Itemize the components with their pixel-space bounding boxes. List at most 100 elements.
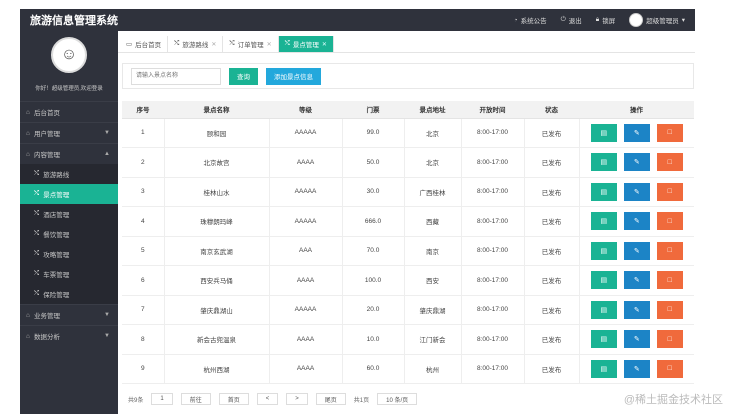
logout-link[interactable]: ⏻ 退出: [561, 15, 582, 25]
view-button[interactable]: ▤: [590, 153, 617, 172]
search-input[interactable]: [131, 67, 221, 85]
sidebar-subitem-routes[interactable]: ⤭ 旅游路线: [20, 164, 118, 184]
view-button[interactable]: ▤: [590, 182, 617, 201]
view-button[interactable]: ▤: [590, 123, 617, 142]
edit-button[interactable]: ✎: [623, 359, 650, 378]
actions-cell: ▤ ✎ □: [578, 118, 695, 148]
sidebar-subitem-tickets[interactable]: ⤭ 车票管理: [20, 264, 118, 284]
table-cell: 西安: [403, 265, 461, 296]
tab-attractions[interactable]: ⤭ 景点管理 ✕: [278, 36, 334, 52]
edit-button[interactable]: ✎: [623, 300, 650, 319]
delete-button[interactable]: □: [656, 123, 683, 142]
pagination: 共9条 1 前往 首页 < > 尾页 共1页 10 条/页: [122, 391, 694, 407]
actions-cell: ▤ ✎ □: [578, 236, 694, 266]
view-button[interactable]: ▤: [590, 212, 617, 231]
close-icon[interactable]: ✕: [322, 41, 327, 48]
actions-cell: ▤ ✎ □: [578, 177, 694, 207]
goto-button[interactable]: 前往: [180, 393, 211, 405]
actions-cell: ▤ ✎ □: [578, 295, 694, 325]
add-attraction-button[interactable]: 添加景点信息: [266, 67, 321, 85]
route-icon: ⤭: [229, 40, 235, 47]
view-button[interactable]: ▤: [590, 359, 617, 378]
notice-label: 系统公告: [520, 18, 547, 25]
sidebar-item-analysis[interactable]: ⌂ 数据分析 ▼: [20, 325, 118, 346]
delete-button[interactable]: □: [656, 271, 683, 290]
table-body: 1 颐和园 AAAAA 99.0 北京 8:00-17:00 已发布 ▤ ✎ □ 2 北京故宫 AAAA…: [122, 118, 694, 384]
user-menu[interactable]: 超级管理员 ▾: [629, 13, 685, 27]
table-cell: 杭州西湖: [163, 354, 269, 384]
watermark: @稀土掘金技术社区: [623, 394, 723, 406]
view-button[interactable]: ▤: [590, 271, 617, 290]
top-navbar: 旅游信息管理系统 ◔ 系统公告 ⏻ 退出 🔒︎ 锁屏 超级管理员 ▾: [20, 9, 695, 31]
edit-button[interactable]: ✎: [623, 241, 650, 260]
query-button[interactable]: 查询: [229, 67, 258, 85]
delete-button[interactable]: □: [656, 153, 683, 172]
column-header: 状态: [524, 101, 579, 119]
delete-button[interactable]: □: [656, 359, 683, 378]
bell-icon: ◔: [513, 16, 518, 24]
tab-orders[interactable]: ⤭ 订单管理 ✕: [223, 36, 279, 52]
route-icon: ⤭: [284, 40, 290, 47]
table-header-row: 序号 景点名称 等级 门票 景点地址 开放时间 状态 操作: [122, 101, 694, 119]
search-bar: 查询 添加景点信息: [122, 63, 694, 89]
delete-button[interactable]: □: [656, 241, 683, 260]
row-actions: ▤ ✎ □: [580, 123, 695, 142]
view-button[interactable]: ▤: [590, 241, 617, 260]
trash-icon: □: [667, 335, 672, 343]
sidebar-subitem-attractions[interactable]: ⤭ 景点管理: [20, 184, 118, 204]
tab-routes[interactable]: ⤭ 旅游路线 ✕: [168, 36, 224, 52]
edit-button[interactable]: ✎: [623, 212, 650, 231]
sidebar-item-content-mgmt[interactable]: ⌂ 内容管理 ▲: [20, 143, 118, 164]
next-page-button[interactable]: >: [286, 393, 308, 405]
actions-cell: ▤ ✎ □: [578, 354, 694, 384]
trash-icon: □: [667, 188, 672, 196]
table-cell: 已发布: [523, 324, 579, 355]
table-cell: 肇庆鼎湖山: [163, 295, 269, 325]
pencil-icon: ✎: [633, 218, 640, 226]
tab-label: 旅游路线: [182, 42, 209, 49]
table-cell: 肇庆鼎湖: [403, 295, 461, 325]
sidebar-item-user-mgmt[interactable]: ⌂ 用户管理 ▼: [20, 122, 118, 143]
table-cell: 8:00-17:00: [460, 295, 524, 325]
sidebar-item-label: 后台首页: [33, 110, 60, 117]
table-cell: 666.0: [341, 206, 404, 237]
delete-button[interactable]: □: [656, 182, 683, 201]
lock-link[interactable]: 🔒︎ 锁屏: [596, 15, 615, 25]
table-cell: 8:00-17:00: [460, 324, 524, 355]
per-page-select[interactable]: 10 条/页: [377, 393, 418, 405]
tab-home[interactable]: ▭ 后台首页: [120, 36, 169, 52]
table-cell: 10.0: [341, 324, 404, 355]
view-button[interactable]: ▤: [590, 330, 617, 349]
edit-button[interactable]: ✎: [623, 153, 650, 172]
prev-page-button[interactable]: <: [256, 393, 279, 405]
table-cell: 8:00-17:00: [460, 177, 524, 207]
pencil-icon: ✎: [633, 365, 640, 373]
caret-up-icon: ▲: [104, 151, 110, 157]
edit-button[interactable]: ✎: [623, 330, 650, 349]
table-cell: 8:00-17:00: [460, 147, 524, 178]
home-icon: ⌂: [26, 108, 30, 116]
page-number-input[interactable]: 1: [151, 393, 173, 405]
sidebar-subitem-dining[interactable]: ⤭ 餐饮管理: [20, 224, 118, 244]
notice-link[interactable]: ◔ 系统公告: [513, 15, 547, 26]
close-icon[interactable]: ✕: [211, 41, 216, 48]
delete-button[interactable]: □: [656, 212, 683, 231]
delete-button[interactable]: □: [656, 330, 683, 349]
close-icon[interactable]: ✕: [267, 41, 272, 48]
edit-button[interactable]: ✎: [623, 271, 650, 290]
edit-button[interactable]: ✎: [623, 182, 650, 201]
sidebar-subitem-guides[interactable]: ⤭ 攻略管理: [20, 244, 118, 264]
sidebar-item-label: 攻略管理: [43, 252, 70, 259]
document-icon: ▤: [600, 365, 608, 373]
first-page-button[interactable]: 首页: [218, 393, 249, 405]
table-cell: 珠穆朗玛峰: [163, 206, 269, 237]
edit-button[interactable]: ✎: [623, 123, 650, 142]
delete-button[interactable]: □: [656, 300, 683, 319]
sidebar-subitem-hotels[interactable]: ⤭ 酒店管理: [20, 204, 118, 224]
table-cell: 8:00-17:00: [460, 118, 524, 148]
view-button[interactable]: ▤: [590, 300, 617, 319]
sidebar-subitem-insurance[interactable]: ⤭ 保险管理: [20, 284, 118, 304]
last-page-button[interactable]: 尾页: [315, 393, 346, 405]
sidebar-item-home[interactable]: ⌂ 后台首页: [20, 101, 118, 122]
sidebar-item-business[interactable]: ⌂ 业务管理 ▼: [20, 304, 118, 325]
